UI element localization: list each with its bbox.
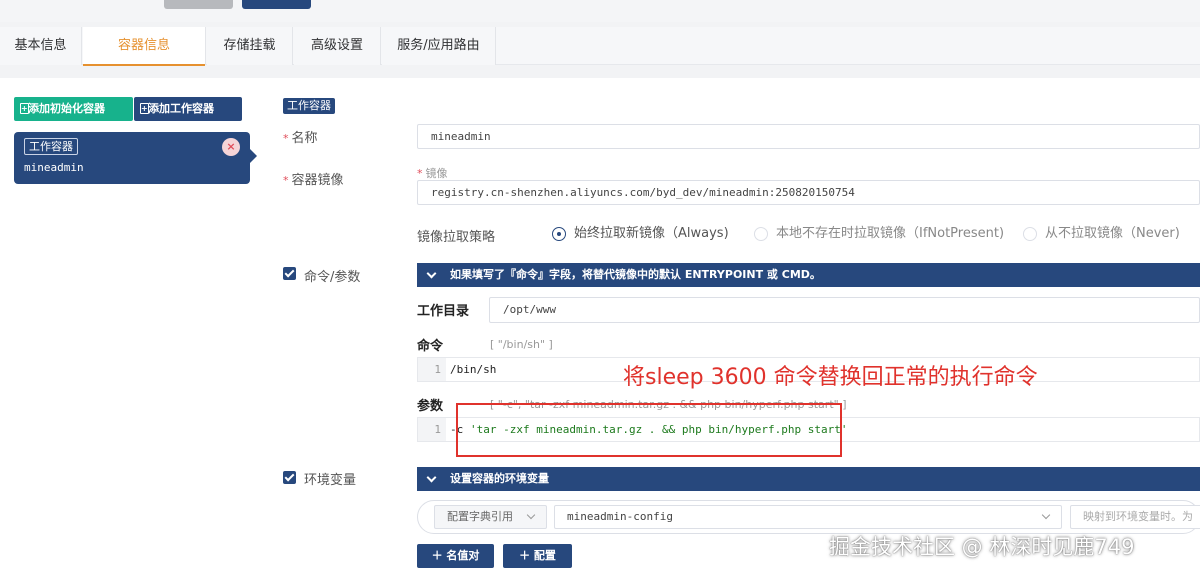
radio-unselected-icon: [754, 227, 768, 241]
pull-policy-label: 镜像拉取策略: [417, 230, 496, 245]
command-hint: [ "/bin/sh" ]: [490, 338, 553, 351]
name-label: * 名称: [283, 131, 318, 146]
tab-storage-mount[interactable]: 存储挂载: [207, 27, 293, 65]
chevron-down-icon: [526, 510, 536, 520]
add-file-icon: [20, 97, 29, 121]
chevron-down-icon: [1041, 510, 1051, 520]
chevron-down-icon: [426, 472, 437, 483]
image-label: * 容器镜像: [283, 173, 344, 188]
command-label: 命令: [417, 339, 444, 354]
args-label: 参数: [417, 399, 444, 414]
add-init-container-label: 添加初始化容器: [28, 102, 105, 115]
container-type-badge: 工作容器: [283, 98, 335, 114]
confirm-button[interactable]: [242, 0, 311, 9]
plus-icon: ＋: [519, 549, 531, 562]
env-var-row: 配置字典引用 mineadmin-config 映射到环境变量时。为: [417, 500, 1200, 534]
image-sublabel: * 镜像: [417, 167, 448, 180]
tab-service-routing[interactable]: 服务/应用路由: [382, 27, 496, 65]
env-map-input[interactable]: 映射到环境变量时。为: [1070, 505, 1200, 529]
env-config-select[interactable]: mineadmin-config: [554, 505, 1062, 529]
command-panel-header[interactable]: 如果填写了『命令』字段，将替代镜像中的默认 ENTRYPOINT 或 CMD。: [417, 263, 1200, 287]
tab-basic-info[interactable]: 基本信息: [0, 27, 82, 65]
command-args-checkbox[interactable]: [283, 267, 296, 280]
top-action-bar: [0, 0, 1200, 22]
env-source-select[interactable]: 配置字典引用: [434, 505, 547, 529]
container-type-tag: 工作容器: [24, 138, 78, 155]
env-vars-checkbox[interactable]: [283, 471, 296, 484]
pull-always-radio[interactable]: 始终拉取新镜像（Always): [552, 226, 729, 242]
watermark: 掘金技术社区 @ 林深时见鹿749: [829, 535, 1135, 559]
workdir-input[interactable]: /opt/www: [489, 297, 1200, 323]
workdir-label: 工作目录: [417, 304, 470, 319]
line-number: 1: [418, 418, 446, 441]
add-init-container-button[interactable]: 添加初始化容器: [14, 97, 133, 121]
annotation-text: 将sleep 3600 命令替换回正常的执行命令: [623, 365, 1038, 390]
add-file-icon: [140, 97, 149, 121]
cancel-button[interactable]: [164, 0, 233, 9]
add-work-container-button[interactable]: 添加工作容器: [134, 97, 242, 121]
pull-never-radio[interactable]: 从不拉取镜像（Never): [1023, 226, 1180, 242]
add-work-container-label: 添加工作容器: [148, 102, 214, 115]
radio-unselected-icon: [1023, 227, 1037, 241]
env-vars-label: 环境变量: [304, 473, 357, 488]
container-card-name: mineadmin: [24, 161, 84, 174]
container-card[interactable]: 工作容器 mineadmin ×: [14, 132, 257, 184]
command-code: /bin/sh: [450, 363, 497, 376]
radio-selected-icon: [552, 227, 566, 241]
tab-bar: 基本信息 容器信息 存储挂载 高级设置 服务/应用路由: [0, 27, 1200, 66]
tab-advanced-settings[interactable]: 高级设置: [294, 27, 381, 65]
add-config-button[interactable]: ＋ 配置: [503, 544, 572, 568]
annotation-box: [456, 403, 842, 457]
container-info-panel: 添加初始化容器 添加工作容器 工作容器 mineadmin × 工作容器 *名称…: [0, 78, 1200, 576]
env-panel-header[interactable]: 设置容器的环境变量: [417, 467, 1200, 491]
image-input[interactable]: registry.cn-shenzhen.aliyuncs.com/byd_de…: [417, 180, 1200, 205]
remove-container-icon[interactable]: ×: [222, 138, 240, 156]
line-number: 1: [418, 358, 446, 381]
command-args-label: 命令/参数: [304, 270, 361, 285]
chevron-down-icon: [426, 268, 437, 279]
tab-container-info[interactable]: 容器信息: [83, 27, 206, 66]
name-input[interactable]: mineadmin: [417, 124, 1200, 149]
plus-icon: ＋: [431, 549, 443, 562]
add-key-value-button[interactable]: ＋ 名值对: [417, 544, 494, 568]
pull-ifnotpresent-radio[interactable]: 本地不存在时拉取镜像（IfNotPresent): [754, 226, 1004, 242]
